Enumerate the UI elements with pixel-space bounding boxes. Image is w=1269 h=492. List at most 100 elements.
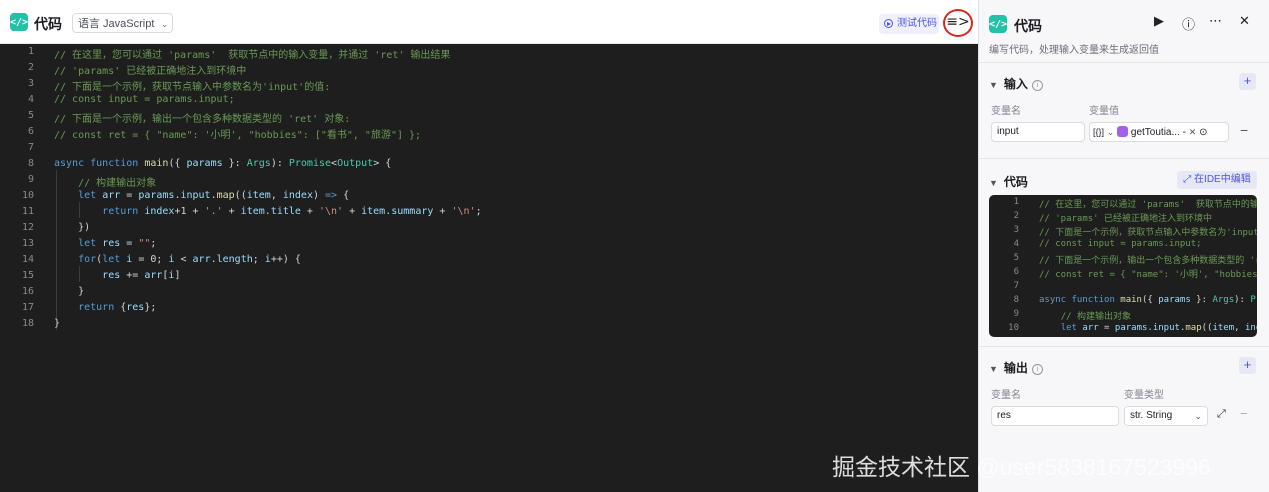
input-name-field[interactable]: input — [991, 122, 1085, 142]
line-number: 2 — [27, 62, 34, 73]
code-line: // 下面是一个示例，获取节点输入中参数名为'input'的值: — [1039, 228, 1257, 238]
chevron-down-icon: ▼ — [989, 364, 998, 374]
type-tag: [{}] — [1093, 127, 1105, 137]
line-number: 7 — [1013, 281, 1019, 291]
clear-icon[interactable]: ✕ — [1189, 127, 1197, 137]
line-number: 7 — [27, 142, 34, 153]
editor-title: 代码 — [34, 16, 62, 32]
close-icon[interactable]: ✕ — [1239, 14, 1250, 29]
chevron-down-icon: ⌄ — [1106, 127, 1115, 137]
code-line: res += arr[i] — [102, 270, 181, 281]
code-line: // 在这里，您可以通过 'params' 获取节点中的输入变量， — [1039, 200, 1257, 210]
panel-title: 代码 — [1014, 18, 1042, 34]
remove-output-button[interactable]: − — [1240, 406, 1248, 421]
code-line: }) — [54, 222, 91, 233]
line-number: 6 — [1013, 267, 1019, 277]
line-number: 4 — [1013, 239, 1019, 249]
chevron-down-icon: ▼ — [989, 80, 998, 90]
output-type-select[interactable]: str. String ⌄ — [1124, 406, 1208, 426]
output-section-title: 输出 — [1003, 361, 1028, 375]
input-section-header[interactable]: ▼ 输入 i — [989, 75, 1043, 92]
test-code-button[interactable]: 测试代码 — [879, 14, 939, 34]
line-number: 3 — [27, 78, 34, 89]
line-number: 15 — [21, 270, 34, 281]
code-line: } — [54, 286, 85, 297]
line-number: 12 — [21, 222, 34, 233]
external-link-icon: ⤢ — [1183, 174, 1195, 185]
code-line: // const ret = { "name": '小明', "hobbies"… — [54, 130, 422, 141]
line-number: 9 — [27, 174, 34, 185]
watermark: 掘金技术社区 @user5838167523996 — [832, 454, 1211, 480]
line-number: 14 — [21, 254, 34, 265]
variable-ref-suffix: - — [1182, 127, 1186, 138]
output-type-label: str. String — [1130, 410, 1173, 421]
code-line: // const input = params.input; — [54, 94, 235, 105]
line-number: 10 — [21, 190, 34, 201]
code-line: // 在这里，您可以通过 'params' 获取节点中的输入变量，并通过 're… — [54, 50, 451, 61]
play-circle-icon — [884, 19, 893, 28]
info-icon[interactable]: i — [1031, 364, 1043, 375]
line-number: 3 — [1013, 225, 1019, 235]
input-section-title: 输入 — [1003, 77, 1028, 91]
info-icon[interactable]: i — [1031, 80, 1043, 91]
code-line: // 下面是一个示例，获取节点输入中参数名为'input'的值: — [54, 82, 331, 93]
add-output-button[interactable]: + — [1239, 357, 1256, 374]
code-line: return {res}; — [78, 302, 157, 313]
more-icon[interactable]: ⋯ — [1209, 14, 1222, 29]
line-number: 2 — [1013, 211, 1019, 221]
language-label: 语言 JavaScript — [78, 18, 155, 30]
divider — [979, 346, 1269, 347]
line-number: 8 — [1013, 295, 1019, 305]
line-number: 9 — [1013, 309, 1019, 319]
play-icon[interactable]: ▶ — [1154, 14, 1164, 29]
collapse-panel-button[interactable]: ≡> — [943, 9, 973, 37]
code-line: return index+1 + '.' + item.title + '\n'… — [102, 206, 482, 217]
edit-in-ide-button[interactable]: ⤢ 在IDE中编辑 — [1177, 171, 1257, 189]
node-config-panel: </> 代码 ▶ ⓘ ⋯ ✕ 编写代码，处理输入变量来生成返回值 ▼ 输入 i + … — [978, 0, 1269, 492]
line-number: 1 — [27, 46, 34, 57]
code-section-header[interactable]: ▼ 代码 — [989, 173, 1028, 190]
line-number: 13 — [21, 238, 34, 249]
column-header: 变量类型 — [1124, 390, 1164, 401]
code-line: let arr = params.input.map((item, index)… — [78, 190, 350, 201]
code-preview[interactable]: 1 2 3 4 5 6 7 8 9 10 // 在这里，您可以通过 'params' 获取节点中的… — [989, 195, 1257, 337]
output-section-header[interactable]: ▼ 输出 i — [989, 359, 1043, 376]
code-line: // 'params' 已经被正确地注入到环境中 — [1039, 214, 1213, 224]
line-number: 10 — [1008, 323, 1019, 333]
code-line: // 构建输出对象 — [78, 178, 157, 189]
line-number: 16 — [21, 286, 34, 297]
input-value-field[interactable]: [{}] ⌄ getToutia... - ✕ ⊙ — [1089, 122, 1229, 142]
add-input-button[interactable]: + — [1239, 73, 1256, 90]
column-header: 变量值 — [1089, 106, 1119, 117]
edit-in-ide-label: 在IDE中编辑 — [1194, 174, 1251, 185]
line-number: 8 — [27, 158, 34, 169]
remove-input-button[interactable]: − — [1240, 122, 1248, 138]
code-line: // 'params' 已经被正确地注入到环境中 — [54, 66, 247, 77]
line-number: 4 — [27, 94, 34, 105]
divider — [979, 62, 1269, 63]
chevron-down-icon: ⌄ — [160, 19, 169, 29]
line-number: 5 — [1013, 253, 1019, 263]
code-section-title: 代码 — [1003, 175, 1028, 189]
code-line: for(let i = 0; i < arr.length; i++) { — [78, 254, 301, 265]
line-number: 11 — [21, 206, 34, 217]
help-icon[interactable]: ⓘ — [1182, 14, 1195, 33]
test-code-label: 测试代码 — [897, 18, 937, 29]
line-number: 1 — [1013, 197, 1019, 207]
line-number: 6 — [27, 126, 34, 137]
panel-description: 编写代码，处理输入变量来生成返回值 — [989, 45, 1159, 56]
editor-header: </> 代码 语言 JavaScript ⌄ 测试代码 ≡> — [0, 0, 978, 44]
language-select[interactable]: 语言 JavaScript ⌄ — [72, 13, 174, 33]
divider — [979, 158, 1269, 159]
expand-icon[interactable]: ⤢ — [1217, 408, 1226, 421]
output-name-field[interactable]: res — [991, 406, 1119, 426]
code-editor[interactable]: 1 2 3 4 5 6 7 8 9 10 11 12 13 14 15 16 17 18 // 在这里，您可以通过… — [0, 44, 978, 492]
code-line: // 下面是一个示例，输出一个包含多种数据类型的 'ret' 对象: — [54, 114, 351, 125]
code-node-icon: </> — [989, 15, 1007, 33]
code-node-icon: </> — [10, 13, 28, 31]
variable-picker-icon[interactable]: ⊙ — [1199, 127, 1207, 138]
chevron-down-icon: ⌄ — [1194, 411, 1202, 421]
code-line: async function main({ params }: Args): P… — [1039, 295, 1257, 305]
code-line: // const ret = { "name": '小明', "hobbies"… — [1039, 270, 1257, 280]
column-header: 变量名 — [991, 106, 1021, 117]
